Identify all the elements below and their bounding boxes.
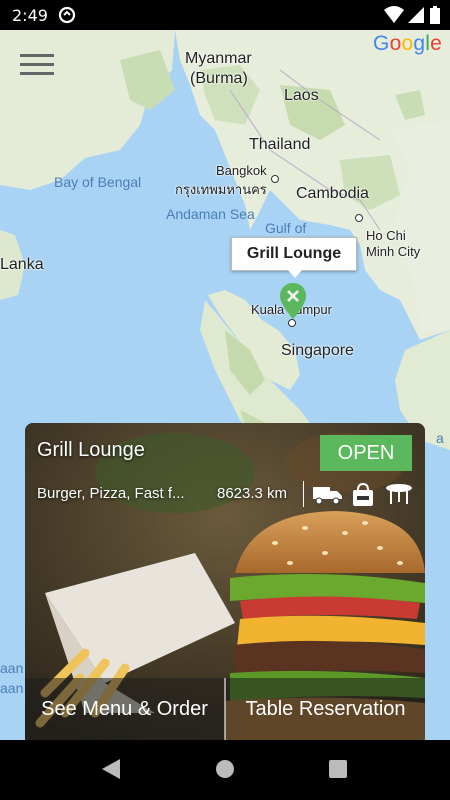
- system-nav-bar: [0, 740, 450, 800]
- menu-hamburger-icon[interactable]: [20, 54, 54, 82]
- restaurant-name: Grill Lounge: [37, 439, 145, 461]
- status-time: 2:49: [12, 6, 48, 25]
- map-label-minh-city: Minh City: [366, 244, 421, 259]
- takeaway-bag-icon: [351, 482, 375, 512]
- wifi-icon: [384, 6, 404, 29]
- city-marker-bangkok: [271, 175, 279, 183]
- map-label-bangkok: Bangkok: [216, 163, 267, 178]
- map-label-laos: Laos: [284, 87, 319, 104]
- map-label-edge-2: aan: [0, 680, 24, 696]
- see-menu-order-button[interactable]: See Menu & Order: [25, 678, 224, 740]
- map-label-edge-3: a: [436, 430, 444, 446]
- battery-icon: [430, 6, 440, 29]
- restaurant-distance: 8623.3 km: [217, 485, 288, 502]
- map-label-cambodia: Cambodia: [296, 185, 369, 202]
- dine-in-table-icon: [385, 483, 413, 510]
- map-label-lanka: Lanka: [0, 256, 44, 273]
- map-label-singapore: Singapore: [281, 342, 354, 359]
- map-label-myanmar: Myanmar: [185, 50, 252, 67]
- delivery-truck-icon: [313, 483, 343, 510]
- map-label-edge-1: aan: [0, 660, 24, 676]
- card-action-bar: See Menu & Order Table Reservation: [25, 678, 425, 740]
- restaurant-categories: Burger, Pizza, Fast f...: [37, 485, 185, 502]
- map-label-burma: (Burma): [190, 70, 248, 87]
- status-bar: 2:49: [0, 0, 450, 30]
- google-logo: Google: [373, 32, 442, 55]
- map-label-andaman-sea: Andaman Sea: [166, 206, 255, 222]
- info-divider: [303, 481, 304, 507]
- recents-icon[interactable]: [328, 758, 348, 785]
- data-saver-icon: [58, 6, 76, 29]
- map-label-bangkok-thai: กรุงเทพมหานคร: [175, 182, 267, 197]
- marker-callout[interactable]: Grill Lounge: [231, 237, 357, 278]
- home-icon[interactable]: [215, 758, 235, 785]
- restaurant-card[interactable]: Grill Lounge OPEN Burger, Pizza, Fast f.…: [25, 423, 425, 740]
- back-icon[interactable]: [101, 758, 121, 785]
- map-label-thailand: Thailand: [249, 136, 311, 153]
- map-label-bay-of-bengal: Bay of Bengal: [54, 174, 142, 190]
- city-marker-ho-chi-minh: [355, 214, 363, 222]
- signal-icon: [408, 6, 424, 29]
- table-reservation-button[interactable]: Table Reservation: [226, 678, 425, 740]
- city-marker-singapore: [288, 319, 296, 327]
- map-label-ho-chi: Ho Chi: [366, 228, 406, 243]
- map-label-gulf-of: Gulf of: [265, 220, 307, 236]
- open-status-badge: OPEN: [320, 435, 412, 471]
